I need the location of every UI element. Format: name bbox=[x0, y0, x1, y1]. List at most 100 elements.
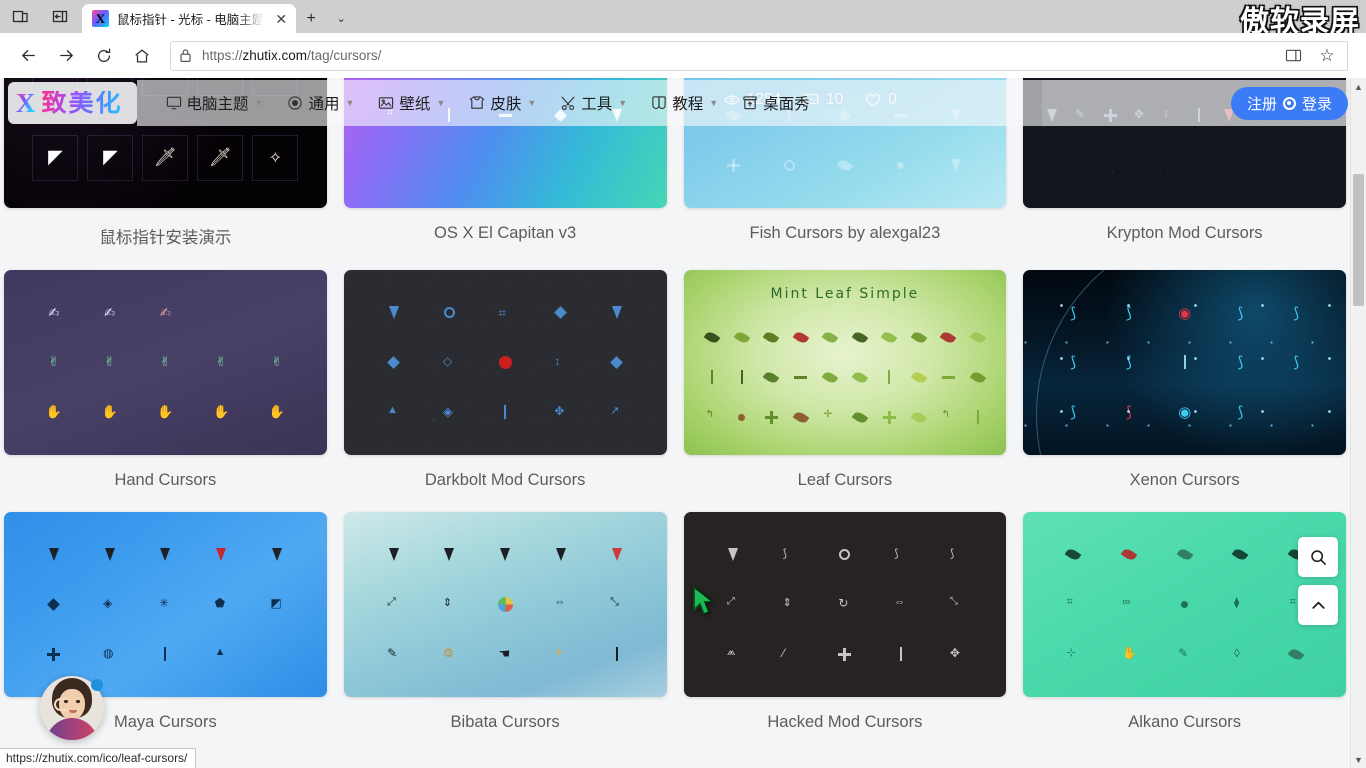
chevron-up-icon bbox=[1311, 601, 1325, 609]
chevron-down-icon: ▼ bbox=[254, 98, 264, 108]
register-login-button[interactable]: 注册 登录 bbox=[1230, 86, 1348, 120]
cursor-sprite: ◈ bbox=[442, 404, 453, 420]
address-bar[interactable]: https://zhutix.com/tag/cursors/ ☆ bbox=[170, 40, 1348, 71]
card-thumbnail[interactable]: ⌗ ◇ ↕ ▲ ◈ ✥ ↗ bbox=[343, 270, 667, 455]
card-title[interactable]: Hacked Mod Cursors bbox=[684, 697, 1007, 754]
cursor-sprite: ⟆ bbox=[949, 547, 955, 560]
new-tab-button[interactable]: + bbox=[296, 4, 326, 33]
sprite-cell: ◤ bbox=[32, 134, 79, 181]
cursor-sprite: ✥ bbox=[949, 646, 960, 661]
cursor-sprite: ⤢ bbox=[726, 596, 735, 608]
site-main-nav: 电脑主题 ▼ 通用 ▼ 壁纸 ▼ 皮肤 ▼ 工具 ▼ 教程 ▼ 桌面秀 bbox=[136, 80, 1042, 126]
nav-item-label: 教程 bbox=[672, 96, 704, 113]
scrollbar-thumb[interactable] bbox=[1353, 174, 1364, 306]
image-icon bbox=[378, 95, 394, 111]
card-title[interactable]: Darkbolt Mod Cursors bbox=[344, 455, 667, 512]
nav-item-wallpaper[interactable]: 壁纸 ▼ bbox=[367, 80, 456, 126]
cursor-sprite: ⤡ bbox=[949, 596, 958, 608]
cursor-sprite bbox=[164, 647, 167, 662]
page-viewport: ⚜ ⚜ ⚔ ⚔ ⚑ ◤ ◤ 🗡 🗡 ✧ WIP UPDATE 鼠标指针安装演示 bbox=[0, 78, 1366, 768]
cursor-sprite bbox=[1064, 547, 1082, 563]
reload-button[interactable] bbox=[86, 38, 122, 74]
cursor-sprite bbox=[554, 306, 568, 320]
cursor-card[interactable]: ⟆ ⟆ ⟆ ⤢ ⇕ ↻ ⇔ ⤡ ⩕ ⁄ ✥ Hacked Mod Cursors bbox=[683, 512, 1007, 754]
forward-button[interactable] bbox=[48, 38, 84, 74]
page-scrollbar[interactable]: ▲ ▼ bbox=[1350, 78, 1366, 768]
cursor-sprite: ⟆ bbox=[1125, 304, 1132, 322]
search-icon bbox=[1310, 549, 1326, 565]
collapse-panel-icon[interactable] bbox=[40, 0, 80, 33]
home-button[interactable] bbox=[124, 38, 160, 74]
cursor-sprite bbox=[762, 330, 780, 346]
card-title[interactable]: Hand Cursors bbox=[4, 455, 327, 512]
cursor-sprite: ✋ bbox=[268, 404, 285, 420]
back-to-top-button[interactable] bbox=[1298, 585, 1338, 625]
cursor-sprite bbox=[899, 647, 902, 662]
scrollbar-up-arrow-icon[interactable]: ▲ bbox=[1351, 78, 1366, 95]
card-title[interactable]: Bibata Cursors bbox=[344, 697, 667, 754]
nav-item-label: 桌面秀 bbox=[763, 96, 810, 113]
cursor-card[interactable]: ⌗ ◇ ↕ ▲ ◈ ✥ ↗ Darkbolt Mod Cursors bbox=[343, 270, 667, 512]
back-button[interactable] bbox=[10, 38, 46, 74]
site-header: X 致美化 电脑主题 ▼ 通用 ▼ 壁纸 ▼ 皮肤 ▼ 工具 ▼ 教程 ▼ 桌面… bbox=[0, 78, 1366, 128]
cursor-preview-sprites: ◈ ✳ ⬟ ◩ ◍ ▲ bbox=[4, 512, 327, 697]
cursor-sprite bbox=[733, 330, 751, 346]
card-thumbnail[interactable]: ⟆ ⟆ ◉ ⟆ ⟆ ⟆ ⟆ ⟆ ⟆ ⟆ ⟆ ◉ ⟆ bbox=[1023, 270, 1346, 455]
card-thumbnail[interactable]: ✍ ✍ ✍ ✌ ✌ ✌ ✌ ✌ ✋ ✋ ✋ ✋ ✋ bbox=[4, 270, 327, 455]
cursor-sprite bbox=[615, 647, 618, 662]
tab-overview-icon[interactable] bbox=[0, 0, 40, 33]
cursor-sprite bbox=[388, 548, 399, 562]
card-title[interactable]: Alkano Cursors bbox=[1023, 697, 1346, 754]
card-title[interactable]: OS X El Capitan v3 bbox=[344, 208, 667, 265]
tab-list-chevron-icon[interactable]: ⌄ bbox=[326, 4, 356, 33]
cursor-sprite: ⇔ bbox=[554, 596, 566, 609]
cursor-sprite: ⟆ bbox=[1237, 304, 1244, 322]
headset-mic-icon bbox=[54, 698, 68, 711]
cursor-sprite: ✌ bbox=[215, 354, 227, 370]
cursor-card[interactable]: ⤢ ⇕ ⇔ ⤡ ✎ ⚙ ☚ ✛ Bibata Cursors bbox=[343, 512, 667, 754]
card-thumbnail[interactable]: ⟆ ⟆ ⟆ ⤢ ⇕ ↻ ⇔ ⤡ ⩕ ⁄ ✥ bbox=[683, 512, 1007, 697]
cursor-sprite bbox=[792, 330, 809, 346]
nav-item-general[interactable]: 通用 ▼ bbox=[276, 80, 365, 126]
cursor-sprite: ⟆ bbox=[1293, 304, 1300, 322]
cursor-sprite bbox=[47, 598, 61, 611]
card-title[interactable]: Leaf Cursors bbox=[684, 455, 1007, 512]
card-thumbnail[interactable]: Mint Leaf Simple ↰ ✛ ↰ bbox=[683, 270, 1007, 455]
cursor-sprite: ⟆ bbox=[1070, 404, 1077, 422]
cursor-sprite bbox=[726, 158, 740, 172]
nav-item-skin[interactable]: 皮肤 ▼ bbox=[458, 80, 547, 126]
card-title[interactable]: 鼠标指针安装演示 bbox=[4, 208, 327, 270]
nav-item-label: 壁纸 bbox=[399, 96, 431, 113]
cursor-sprite: ⩕ bbox=[726, 646, 736, 659]
card-thumbnail[interactable]: ⤢ ⇕ ⇔ ⤡ ✎ ⚙ ☚ ✛ bbox=[343, 512, 667, 697]
sprite-cell: ◤ bbox=[87, 134, 134, 181]
cursor-card[interactable]: Mint Leaf Simple ↰ ✛ ↰ Leaf Cursors bbox=[683, 270, 1007, 512]
nav-item-desktop-show[interactable]: 桌面秀 bbox=[731, 80, 821, 126]
nav-item-computer-themes[interactable]: 电脑主题 ▼ bbox=[155, 80, 275, 126]
cursor-sprite bbox=[271, 548, 282, 562]
floating-search-button[interactable] bbox=[1298, 537, 1338, 577]
site-logo[interactable]: X 致美化 bbox=[8, 82, 137, 124]
tab-close-icon[interactable]: ✕ bbox=[272, 10, 290, 28]
cursor-sprite: ↕ bbox=[554, 354, 561, 369]
cursor-card[interactable]: ✍ ✍ ✍ ✌ ✌ ✌ ✌ ✌ ✋ ✋ ✋ ✋ ✋ Hand Cursors bbox=[4, 270, 327, 512]
nav-item-tutorial[interactable]: 教程 ▼ bbox=[640, 80, 729, 126]
reading-view-icon[interactable] bbox=[1281, 44, 1305, 68]
support-avatar-widget[interactable] bbox=[40, 676, 104, 740]
cursor-card[interactable]: ⟆ ⟆ ◉ ⟆ ⟆ ⟆ ⟆ ⟆ ⟆ ⟆ ⟆ ◉ ⟆ Xenon Cursors bbox=[1023, 270, 1346, 512]
card-title[interactable]: Krypton Mod Cursors bbox=[1023, 208, 1346, 265]
cursor-sprite: ⊹ bbox=[1066, 647, 1076, 660]
card-title[interactable]: Fish Cursors by alexgal23 bbox=[684, 208, 1007, 265]
cursor-sprite bbox=[387, 157, 400, 173]
cursor-sprite: ⟆ bbox=[1293, 354, 1300, 372]
browser-titlebar: X 鼠标指针 - 光标 - 电脑主题 ✕ + ⌄ 傲软录屏 bbox=[0, 0, 1366, 33]
favorite-star-icon[interactable]: ☆ bbox=[1315, 44, 1339, 68]
scrollbar-down-arrow-icon[interactable]: ▼ bbox=[1351, 751, 1366, 768]
browser-tab[interactable]: X 鼠标指针 - 光标 - 电脑主题 ✕ bbox=[82, 4, 297, 33]
card-thumbnail[interactable]: ◈ ✳ ⬟ ◩ ◍ ▲ bbox=[4, 512, 327, 697]
titlebar-drag-area bbox=[356, 0, 1366, 33]
card-title[interactable]: Xenon Cursors bbox=[1023, 455, 1346, 512]
nav-item-tools[interactable]: 工具 ▼ bbox=[549, 80, 638, 126]
cursor-sprite: ◉ bbox=[1178, 404, 1192, 422]
cursor-sprite bbox=[794, 376, 808, 379]
